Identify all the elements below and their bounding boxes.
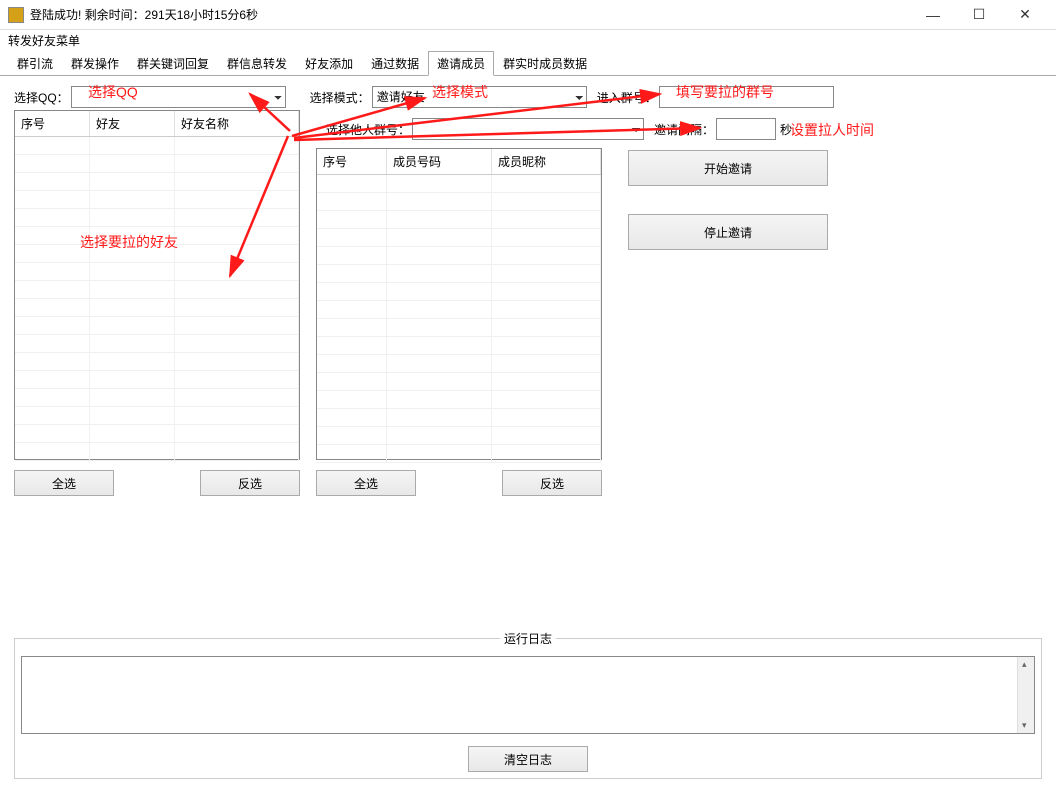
log-groupbox: 运行日志 清空日志 <box>14 638 1042 779</box>
other-group-label: 选择他人群号： <box>326 121 410 138</box>
tab-add-friend[interactable]: 好友添加 <box>296 51 362 75</box>
stop-invite-button[interactable]: 停止邀请 <box>628 214 828 250</box>
window-title: 登陆成功! 剩余时间：291天18小时15分6秒 <box>30 6 910 23</box>
start-invite-button[interactable]: 开始邀请 <box>628 150 828 186</box>
menu-forward-friends[interactable]: 转发好友菜单 <box>8 34 80 48</box>
annotation-set-time: 设置拉人时间 <box>790 120 874 140</box>
friends-table[interactable]: 序号 好友 好友名称 <box>14 110 300 460</box>
select-qq-label: 选择QQ： <box>14 89 69 106</box>
tab-realtime-data[interactable]: 群实时成员数据 <box>494 51 596 75</box>
select-mode-label: 选择模式： <box>310 89 370 106</box>
enter-group-input[interactable] <box>659 86 834 108</box>
select-mode-dropdown[interactable]: 邀请好友 <box>372 86 587 108</box>
maximize-button[interactable]: ☐ <box>956 0 1002 30</box>
members-select-all-button[interactable]: 全选 <box>316 470 416 496</box>
tab-invite-member[interactable]: 邀请成员 <box>428 51 494 76</box>
col-index: 序号 <box>15 111 90 136</box>
col-member-nick: 成员昵称 <box>492 149 601 174</box>
friends-invert-button[interactable]: 反选 <box>200 470 300 496</box>
col-friend-name: 好友名称 <box>175 111 299 136</box>
col-member-id: 成员号码 <box>387 149 492 174</box>
invite-interval-label: 邀请间隔： <box>654 121 714 138</box>
tab-group-drain[interactable]: 群引流 <box>8 51 62 75</box>
friends-select-all-button[interactable]: 全选 <box>14 470 114 496</box>
tab-pass-data[interactable]: 通过数据 <box>362 51 428 75</box>
minimize-button[interactable]: — <box>910 0 956 30</box>
col-friend: 好友 <box>90 111 175 136</box>
menu-bar: 转发好友菜单 <box>0 30 1056 52</box>
log-textarea[interactable] <box>21 656 1035 734</box>
tab-content: 选择QQ： 选择模式： 邀请好友 进入群号： 选择他人群号： 邀请间隔： 秒 序… <box>0 76 1056 126</box>
members-table[interactable]: 序号 成员号码 成员昵称 <box>316 148 602 460</box>
tab-strip: 群引流 群发操作 群关键词回复 群信息转发 好友添加 通过数据 邀请成员 群实时… <box>0 52 1056 76</box>
tab-group-send[interactable]: 群发操作 <box>62 51 128 75</box>
tab-keyword-reply[interactable]: 群关键词回复 <box>128 51 218 75</box>
select-qq-dropdown[interactable] <box>71 86 286 108</box>
app-icon <box>8 7 24 23</box>
log-title: 运行日志 <box>500 630 556 647</box>
other-group-dropdown[interactable] <box>412 118 644 140</box>
seconds-label: 秒 <box>780 121 792 138</box>
close-button[interactable]: ✕ <box>1002 0 1048 30</box>
tab-group-forward[interactable]: 群信息转发 <box>218 51 296 75</box>
members-invert-button[interactable]: 反选 <box>502 470 602 496</box>
invite-interval-input[interactable] <box>716 118 776 140</box>
enter-group-label: 进入群号： <box>597 89 657 106</box>
col-index2: 序号 <box>317 149 387 174</box>
clear-log-button[interactable]: 清空日志 <box>468 746 588 772</box>
scrollbar[interactable] <box>1017 657 1034 733</box>
title-bar: 登陆成功! 剩余时间：291天18小时15分6秒 — ☐ ✕ <box>0 0 1056 30</box>
